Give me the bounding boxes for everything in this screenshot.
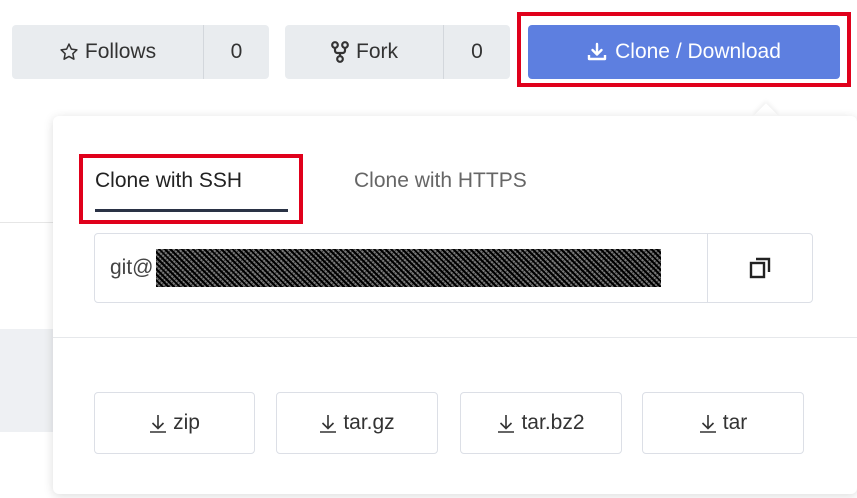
- panel-divider: [53, 337, 857, 338]
- download-tarbz2-button[interactable]: tar.bz2: [460, 392, 622, 454]
- download-tarbz2-label: tar.bz2: [521, 411, 585, 434]
- ssh-tab-highlight: [79, 154, 303, 224]
- follows-count[interactable]: 0: [203, 25, 269, 79]
- clone-url-field: git@: [94, 233, 813, 303]
- download-arrow-icon: [699, 411, 717, 435]
- download-targz-label: tar.gz: [343, 411, 395, 434]
- fork-icon: [330, 40, 350, 64]
- download-arrow-icon: [149, 411, 167, 435]
- download-arrow-icon: [497, 411, 515, 435]
- copy-icon: [748, 256, 772, 280]
- tab-clone-https[interactable]: Clone with HTTPS: [354, 169, 527, 193]
- url-prefix: git@: [110, 256, 154, 279]
- star-outline-icon: [59, 40, 79, 64]
- fork-button-group: Fork 0: [285, 25, 510, 79]
- follows-label: Follows: [84, 40, 157, 63]
- redacted-url: [155, 249, 661, 287]
- follows-button-group: Follows 0: [12, 25, 269, 79]
- background-divider: [0, 222, 60, 223]
- fork-count[interactable]: 0: [443, 25, 510, 79]
- fork-label: Fork: [356, 40, 398, 63]
- background-row: [0, 329, 60, 432]
- download-targz-button[interactable]: tar.gz: [276, 392, 438, 454]
- follows-button[interactable]: Follows: [12, 25, 203, 79]
- clone-button-highlight: [517, 12, 851, 87]
- copy-button[interactable]: [707, 234, 812, 302]
- download-tar-button[interactable]: tar: [642, 392, 804, 454]
- fork-button[interactable]: Fork: [285, 25, 443, 79]
- download-tar-label: tar: [722, 411, 748, 434]
- clone-url-input[interactable]: git@: [95, 234, 707, 302]
- download-zip-label: zip: [173, 411, 200, 434]
- download-arrow-icon: [319, 411, 337, 435]
- download-zip-button[interactable]: zip: [94, 392, 255, 454]
